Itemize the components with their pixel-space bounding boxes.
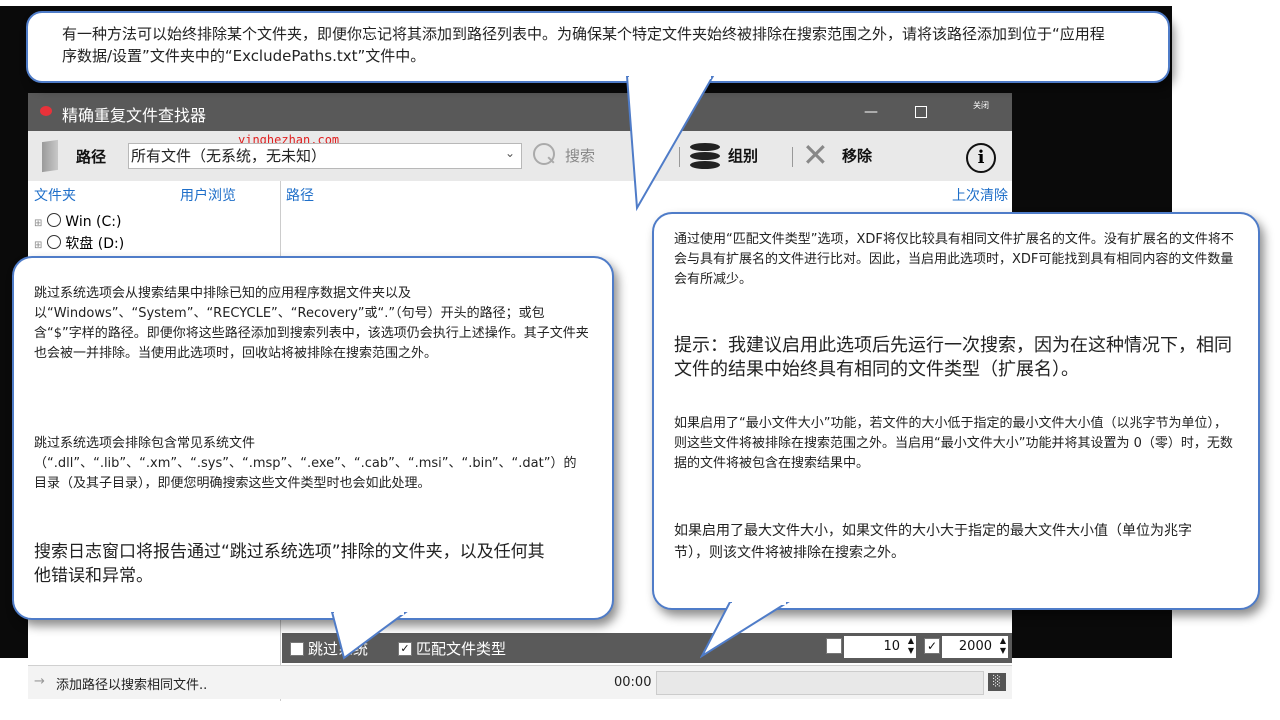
callout-right-tail [700,602,790,659]
drive-tree-item[interactable]: ⊞ Win (C:) [34,213,121,230]
log-icon[interactable]: ░ [988,673,1006,691]
expand-icon: ⊞ [34,218,43,229]
info-icon[interactable]: i [966,143,996,173]
callout-right-p3: 如果启用了“最小文件大小”功能，若文件的大小低于指定的最小文件大小值（以兆字节为… [674,416,1233,471]
drive-label: Win (C:) [65,214,122,230]
close-x-icon: ✕ [802,136,829,174]
max-size-value: 2000 [958,639,992,654]
group-label: 组别 [728,147,759,165]
status-hint: 添加路径以搜索相同文件.. [56,678,208,693]
spin-icon: ▲ ▼ [999,636,1006,655]
folders-header[interactable]: 文件夹 [34,185,76,205]
file-filter-value: 所有文件（无系统，无未知） [131,147,327,165]
status-bar: → 添加路径以搜索相同文件.. 00:00 ░ [28,665,1012,699]
user-browse-header[interactable]: 用户浏览 [180,185,236,205]
callout-left: 跳过系统选项会从搜索结果中排除已知的应用程序数据文件夹以及以“Windows”、… [12,256,614,620]
callout-right-p4: 如果启用了最大文件大小，如果文件的大小大于指定的最大文件大小值（单位为兆字节），… [674,523,1192,561]
file-filter-select[interactable]: 所有文件（无系统，无未知） ⌄ [128,143,522,169]
path-header: 路径 [286,188,314,204]
radio-icon [46,235,61,249]
search-label: 搜索 [565,147,596,165]
skip-system-checkbox[interactable] [290,642,304,656]
window-title: 精确重复文件查找器 [62,106,207,125]
backdrop-white-top [0,0,1172,6]
min-size-stepper[interactable]: 10 ▲ ▼ [844,636,916,658]
radio-icon [46,213,61,227]
folder-icon [42,139,58,173]
progress-bar [656,671,984,695]
path-label: 路径 [76,148,107,166]
expand-icon: ⊞ [34,240,43,251]
chevron-down-icon: ⌄ [504,146,515,160]
title-bar: 精确重复文件查找器 — 关闭 [28,93,1012,131]
remove-button[interactable]: ✕ 移除 [800,139,890,171]
maximize-button[interactable] [898,93,944,131]
search-button[interactable]: 搜索 [531,139,606,171]
toolbar-divider-2 [792,147,793,167]
elapsed-time: 00:00 [614,675,652,690]
arrow-right-icon: → [34,674,45,689]
backdrop-right-strip [1012,93,1172,213]
callout-top-text: 有一种方法可以始终排除某个文件夹，即便你忘记将其添加到路径列表中。为确保某个特定… [62,25,1105,65]
callout-left-p1: 跳过系统选项会从搜索结果中排除已知的应用程序数据文件夹以及以“Windows”、… [34,286,589,361]
spin-icon: ▲ ▼ [907,636,914,655]
min-size-value: 10 [883,639,900,654]
remove-label: 移除 [842,147,873,165]
max-size-checkbox[interactable]: ✓ [924,638,940,654]
drive-label: 软盘 (D:) [65,236,125,252]
callout-top-tail [625,76,715,212]
callout-right-p1: 通过使用“匹配文件类型”选项，XDF将仅比较具有相同文件扩展名的文件。没有扩展名… [674,232,1234,287]
match-type-label: 匹配文件类型 [416,640,507,658]
max-size-stepper[interactable]: 2000 ▲ ▼ [942,636,1008,658]
callout-right: 通过使用“匹配文件类型”选项，XDF将仅比较具有相同文件扩展名的文件。没有扩展名… [652,212,1260,610]
callout-top: 有一种方法可以始终排除某个文件夹，即便你忘记将其添加到路径列表中。为确保某个特定… [26,11,1170,83]
minimize-button[interactable]: — [848,93,894,131]
last-clear-header[interactable]: 上次清除 [952,185,1008,205]
close-button[interactable]: 关闭 [958,93,1004,131]
callout-right-p2: 提示：我建议启用此选项后先运行一次搜索，因为在这种情况下，相同文件的结果中始终具… [674,335,1232,380]
callout-left-tail [330,612,408,660]
callout-left-p3: 搜索日志窗口将报告通过“跳过系统选项”排除的文件夹，以及任何其他错误和异常。 [34,542,545,586]
min-size-checkbox[interactable] [826,638,842,654]
drive-tree-item[interactable]: ⊞ 软盘 (D:) [34,233,124,253]
app-logo-icon [40,106,52,116]
callout-left-p2: 跳过系统选项会排除包含常见系统文件（“.dll”、“.lib”、“.xm”、“.… [34,436,577,491]
